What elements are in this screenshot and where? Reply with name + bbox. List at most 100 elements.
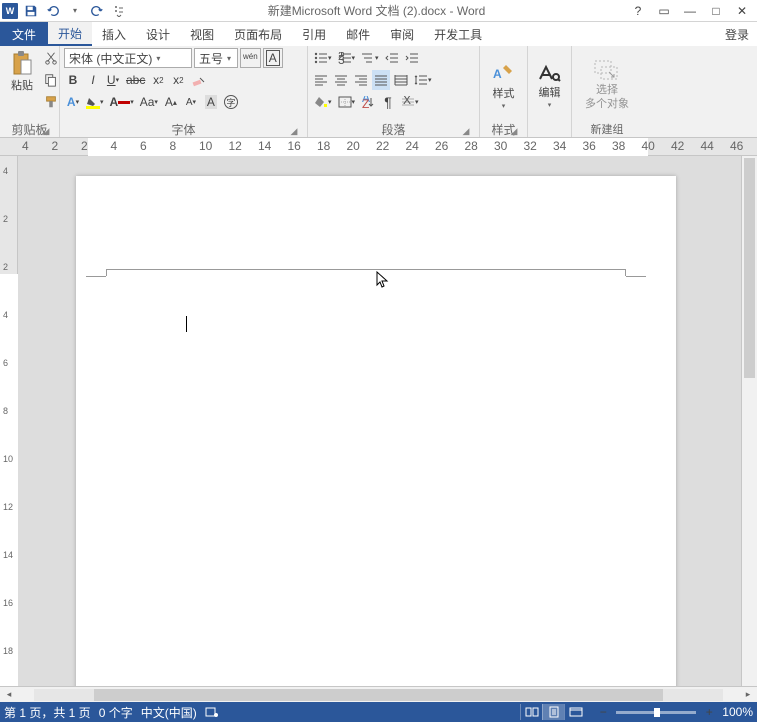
shading-icon[interactable]: ▾ bbox=[312, 92, 334, 112]
select-objects-label-2: 多个对象 bbox=[585, 98, 629, 110]
vscroll-thumb[interactable] bbox=[744, 158, 755, 378]
svg-text:X: X bbox=[403, 96, 411, 107]
underline-icon[interactable]: U ▾ bbox=[104, 70, 122, 90]
ribbon-tabs: 文件 开始 插入 设计 视图 页面布局 引用 邮件 审阅 开发工具 登录 bbox=[0, 22, 757, 46]
text-effects-icon[interactable]: A▾ bbox=[64, 92, 82, 112]
tab-file[interactable]: 文件 bbox=[0, 22, 48, 46]
maximize-icon[interactable]: □ bbox=[707, 1, 725, 21]
editing-button[interactable]: 编辑 ▾ bbox=[532, 59, 568, 111]
change-case-icon[interactable]: Aa▾ bbox=[138, 92, 160, 112]
distribute-icon[interactable] bbox=[392, 70, 410, 90]
paragraph-launcher-icon[interactable]: ◢ bbox=[457, 125, 475, 137]
sort-icon[interactable]: AZ bbox=[359, 92, 377, 112]
tab-references[interactable]: 引用 bbox=[292, 22, 336, 46]
document-canvas[interactable]: ▴ bbox=[18, 156, 757, 686]
tab-review[interactable]: 审阅 bbox=[380, 22, 424, 46]
group-editing: 编辑 ▾ bbox=[528, 46, 572, 137]
group-clipboard: 粘贴 剪贴板◢ bbox=[0, 46, 60, 137]
tab-mail[interactable]: 邮件 bbox=[336, 22, 380, 46]
clear-format-icon[interactable] bbox=[189, 70, 209, 90]
select-multiple-objects-button[interactable]: 选择 多个对象 bbox=[579, 58, 635, 112]
close-icon[interactable]: ✕ bbox=[733, 1, 751, 21]
sign-in-link[interactable]: 登录 bbox=[717, 22, 757, 46]
undo-icon[interactable] bbox=[44, 1, 62, 21]
bold-icon[interactable]: B bbox=[64, 70, 82, 90]
page[interactable] bbox=[76, 176, 676, 686]
tab-developer[interactable]: 开发工具 bbox=[424, 22, 492, 46]
multilevel-list-icon[interactable]: ▾ bbox=[359, 48, 381, 68]
borders-icon[interactable]: ▾ bbox=[336, 92, 358, 112]
styles-launcher-icon[interactable]: ◢ bbox=[505, 125, 523, 137]
styles-button[interactable]: A 样式 ▾ bbox=[485, 58, 523, 112]
copy-icon[interactable] bbox=[42, 70, 60, 90]
increase-indent-icon[interactable] bbox=[403, 48, 421, 68]
ribbon-display-icon[interactable]: ▭ bbox=[655, 1, 673, 21]
format-painter-icon[interactable] bbox=[42, 92, 60, 112]
undo-dropdown-icon[interactable]: ▾ bbox=[66, 1, 84, 21]
shrink-font-icon[interactable]: A▾ bbox=[182, 92, 200, 112]
redo-icon[interactable] bbox=[88, 1, 106, 21]
enclose-char-icon[interactable]: 字 bbox=[222, 92, 240, 112]
decrease-indent-icon[interactable] bbox=[383, 48, 401, 68]
ruler-h-tick: 42 bbox=[671, 139, 684, 153]
superscript-icon[interactable]: x2 bbox=[169, 70, 187, 90]
save-icon[interactable] bbox=[22, 1, 40, 21]
zoom-in-icon[interactable]: + bbox=[700, 702, 718, 722]
horizontal-scrollbar[interactable]: ◂ ▸ bbox=[0, 686, 757, 702]
read-mode-icon[interactable] bbox=[520, 704, 542, 720]
zoom-slider[interactable] bbox=[616, 711, 696, 714]
char-border-icon[interactable]: A bbox=[263, 48, 283, 68]
word-app-icon: W bbox=[2, 3, 18, 19]
paste-button[interactable]: 粘贴 bbox=[4, 48, 40, 94]
cut-icon[interactable] bbox=[42, 48, 60, 68]
minimize-icon[interactable]: — bbox=[681, 1, 699, 21]
ruler-h-tick: 16 bbox=[288, 139, 301, 153]
font-name-combo[interactable]: 宋体 (中文正文)▾ bbox=[64, 48, 192, 68]
font-size-combo[interactable]: 五号▾ bbox=[194, 48, 238, 68]
subscript-icon[interactable]: x2 bbox=[149, 70, 167, 90]
ruler-h-tick: 2 bbox=[52, 139, 59, 153]
vertical-ruler[interactable]: 4224681012141618 bbox=[0, 156, 18, 686]
line-spacing-icon[interactable]: ▾ bbox=[412, 70, 434, 90]
tab-design[interactable]: 设计 bbox=[136, 22, 180, 46]
vertical-scrollbar[interactable]: ▴ bbox=[741, 156, 757, 686]
macro-record-icon[interactable] bbox=[205, 706, 219, 718]
snap-to-grid-icon[interactable]: X▾ bbox=[399, 92, 421, 112]
qat-customize-icon[interactable] bbox=[110, 1, 128, 21]
grow-font-icon[interactable]: A▴ bbox=[162, 92, 180, 112]
align-right-icon[interactable] bbox=[352, 70, 370, 90]
quick-access-toolbar: W ▾ bbox=[0, 1, 130, 21]
group-styles: A 样式 ▾ 样式◢ bbox=[480, 46, 528, 137]
show-marks-icon[interactable]: ¶ bbox=[379, 92, 397, 112]
align-center-icon[interactable] bbox=[332, 70, 350, 90]
tab-home[interactable]: 开始 bbox=[48, 22, 92, 46]
clipboard-launcher-icon[interactable]: ◢ bbox=[37, 125, 55, 137]
tab-view[interactable]: 视图 bbox=[180, 22, 224, 46]
page-count[interactable]: 第 1 页，共 1 页 bbox=[4, 704, 91, 721]
font-color-icon[interactable]: A▾ bbox=[108, 92, 136, 112]
phonetic-guide-icon[interactable]: wén bbox=[240, 48, 261, 68]
web-layout-icon[interactable] bbox=[564, 704, 586, 720]
bullets-icon[interactable]: ▾ bbox=[312, 48, 334, 68]
help-icon[interactable]: ? bbox=[629, 1, 647, 21]
zoom-control: − + 100% bbox=[594, 702, 753, 722]
hscroll-thumb[interactable] bbox=[94, 689, 663, 701]
zoom-out-icon[interactable]: − bbox=[594, 702, 612, 722]
italic-icon[interactable]: I bbox=[84, 70, 102, 90]
word-count[interactable]: 0 个字 bbox=[99, 704, 133, 721]
ribbon: 粘贴 剪贴板◢ 宋体 (中文正文)▾ 五号▾ wén A B I bbox=[0, 46, 757, 138]
justify-icon[interactable] bbox=[372, 70, 390, 90]
ruler-v-tick: 2 bbox=[3, 262, 8, 272]
highlight-icon[interactable]: ▾ bbox=[84, 92, 106, 112]
char-shading-icon[interactable]: A bbox=[202, 92, 220, 112]
horizontal-ruler[interactable]: 4224681012141618202224262830323436384042… bbox=[0, 138, 757, 156]
tab-layout[interactable]: 页面布局 bbox=[224, 22, 292, 46]
align-left-icon[interactable] bbox=[312, 70, 330, 90]
numbering-icon[interactable]: 123▾ bbox=[336, 48, 358, 68]
print-layout-icon[interactable] bbox=[542, 704, 564, 720]
font-launcher-icon[interactable]: ◢ bbox=[285, 125, 303, 137]
strikethrough-icon[interactable]: abc bbox=[124, 70, 147, 90]
tab-insert[interactable]: 插入 bbox=[92, 22, 136, 46]
language-status[interactable]: 中文(中国) bbox=[141, 704, 197, 721]
zoom-level[interactable]: 100% bbox=[722, 705, 753, 719]
